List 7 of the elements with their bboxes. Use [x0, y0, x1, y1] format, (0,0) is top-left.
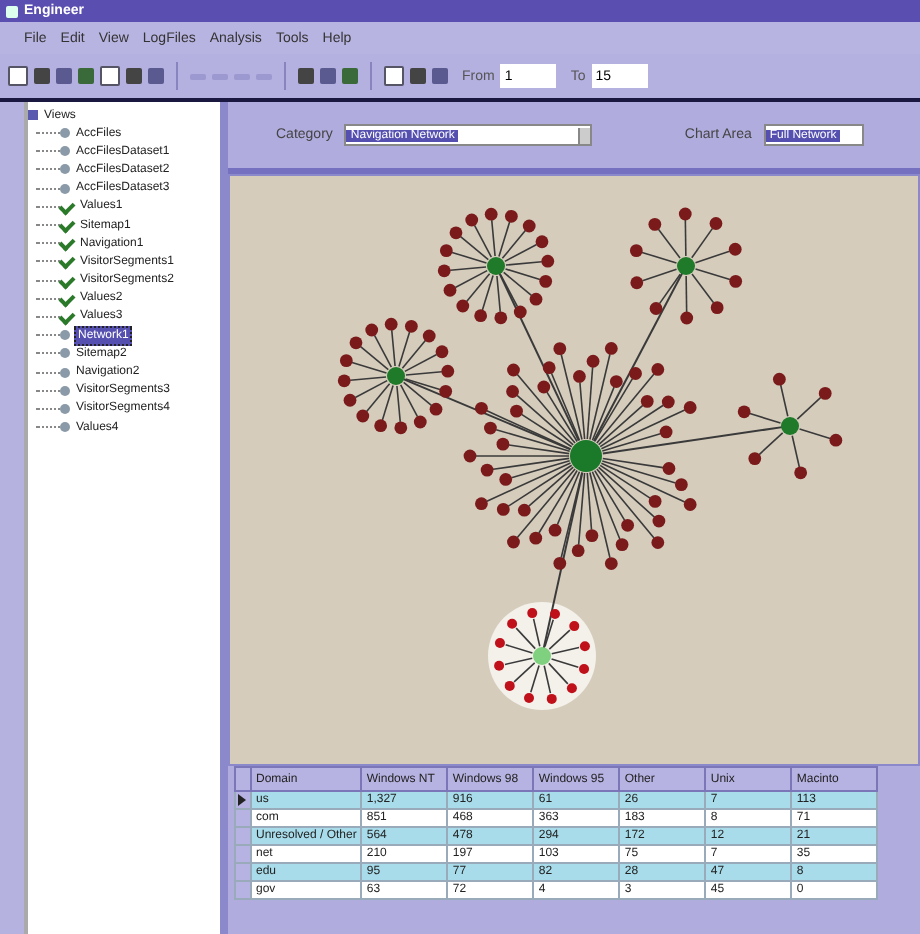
graph-node	[487, 257, 505, 275]
graph-node	[533, 647, 551, 665]
graph-node	[387, 367, 405, 385]
graph-node	[570, 440, 602, 472]
graph-node	[781, 417, 799, 435]
app-icon	[6, 5, 18, 17]
graph-node	[677, 257, 695, 275]
